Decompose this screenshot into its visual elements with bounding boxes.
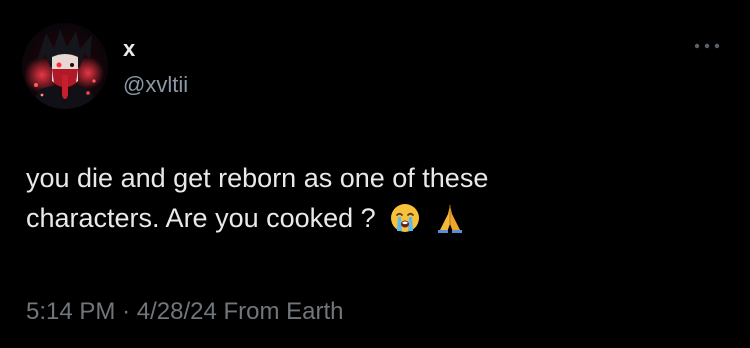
post-text-line-2: characters. Are you cooked ?	[26, 198, 726, 238]
post-text-line-1: you die and get reborn as one of these	[26, 163, 489, 193]
display-name[interactable]: x	[123, 36, 135, 62]
post-time[interactable]: 5:14 PM	[26, 298, 115, 325]
tweet-card: x @xvltii you die and get reborn as one …	[0, 0, 750, 348]
post-source: From Earth	[223, 298, 344, 325]
meta-separator: ·	[122, 298, 131, 325]
avatar[interactable]	[22, 23, 108, 109]
loudly-crying-face-icon	[389, 202, 421, 234]
more-options-button[interactable]	[692, 36, 722, 56]
post-text-line-2-text: characters. Are you cooked ?	[26, 203, 376, 233]
post-date[interactable]: 4/28/24	[137, 298, 217, 325]
username-handle[interactable]: @xvltii	[123, 72, 188, 98]
folded-hands-icon	[435, 202, 465, 234]
post-metadata: 5:14 PM · 4/28/24 From Earth	[26, 297, 344, 327]
more-options-icon	[694, 43, 720, 49]
post-text: you die and get reborn as one of these c…	[26, 158, 726, 238]
anime-avatar-icon	[22, 23, 108, 109]
